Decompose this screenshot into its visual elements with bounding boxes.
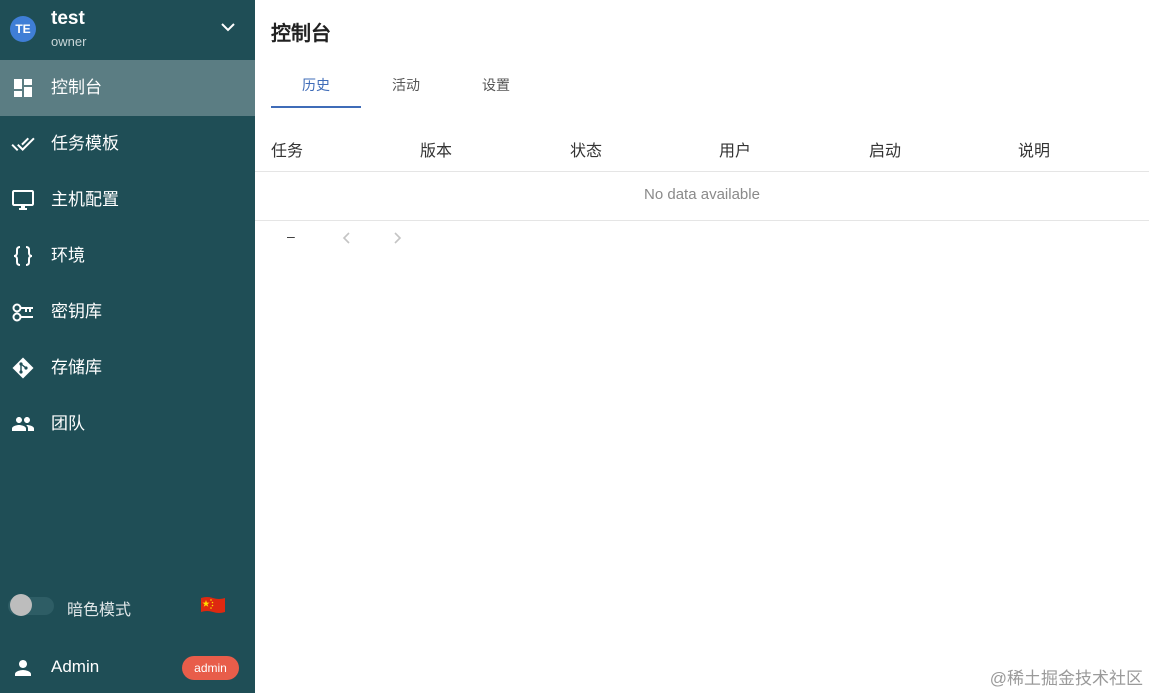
sidebar-item-label: 团队 bbox=[51, 414, 85, 433]
sidebar-item-templates[interactable]: 任务模板 bbox=[0, 116, 255, 172]
sidebar-item-dashboard[interactable]: 控制台 bbox=[0, 60, 255, 116]
watermark: @稀土掘金技术社区 bbox=[989, 669, 1143, 688]
column-header-version[interactable]: 版本 bbox=[420, 137, 452, 161]
main-content: 控制台 历史 活动 设置 任务 版本 状态 用户 启动 说明 No data a… bbox=[255, 0, 1149, 693]
admin-badge: admin bbox=[182, 656, 239, 680]
column-header-description[interactable]: 说明 bbox=[1018, 137, 1050, 161]
dark-mode-label: 暗色模式 bbox=[67, 602, 132, 619]
tab-indicator bbox=[271, 106, 361, 108]
dark-mode-toggle[interactable] bbox=[8, 593, 55, 619]
sidebar-item-label: 主机配置 bbox=[51, 190, 119, 209]
user-icon bbox=[15, 660, 31, 676]
project-avatar: TE bbox=[10, 16, 36, 42]
sidebar-item-label: 任务模板 bbox=[51, 134, 119, 153]
chevron-left-icon[interactable] bbox=[339, 230, 355, 246]
sidebar-item-team[interactable]: 团队 bbox=[0, 396, 255, 452]
tab-history[interactable]: 历史 bbox=[271, 62, 361, 108]
sidebar-item-label: 存储库 bbox=[51, 358, 102, 377]
sidebar: TE test owner 控制台 任务模板 主机配置 环境 密钥库 存储库 团… bbox=[0, 0, 255, 693]
toggle-thumb bbox=[10, 594, 32, 616]
project-name: test bbox=[51, 8, 85, 29]
sidebar-item-inventory[interactable]: 主机配置 bbox=[0, 172, 255, 228]
chevron-down-icon[interactable] bbox=[218, 20, 238, 36]
chevron-right-icon[interactable] bbox=[389, 230, 405, 246]
column-header-start[interactable]: 启动 bbox=[869, 137, 901, 161]
table-footer-divider bbox=[255, 220, 1149, 221]
table-header-divider bbox=[255, 171, 1149, 172]
team-icon bbox=[12, 417, 34, 431]
project-role: owner bbox=[51, 34, 87, 49]
column-header-status[interactable]: 状态 bbox=[570, 137, 602, 161]
user-name[interactable]: Admin bbox=[51, 657, 99, 677]
project-switcher[interactable]: TE test owner bbox=[0, 0, 255, 60]
code-braces-icon bbox=[13, 246, 33, 266]
sidebar-item-repositories[interactable]: 存储库 bbox=[0, 340, 255, 396]
column-header-user[interactable]: 用户 bbox=[719, 137, 751, 161]
cn-flag-icon[interactable] bbox=[200, 596, 226, 614]
tab-activity[interactable]: 活动 bbox=[361, 62, 451, 108]
pagination-range: – bbox=[287, 228, 295, 244]
page-title: 控制台 bbox=[271, 23, 331, 45]
sidebar-item-environment[interactable]: 环境 bbox=[0, 228, 255, 284]
sidebar-item-keystore[interactable]: 密钥库 bbox=[0, 284, 255, 340]
git-icon bbox=[12, 357, 34, 379]
sidebar-item-label: 环境 bbox=[51, 246, 85, 265]
sidebar-item-label: 控制台 bbox=[51, 78, 102, 97]
empty-table-message: No data available bbox=[644, 186, 760, 203]
tab-settings[interactable]: 设置 bbox=[451, 62, 541, 108]
key-icon bbox=[12, 303, 33, 322]
done-all-icon bbox=[11, 137, 35, 151]
dashboard-icon bbox=[14, 79, 32, 97]
column-header-task[interactable]: 任务 bbox=[271, 137, 303, 161]
sidebar-item-label: 密钥库 bbox=[51, 302, 102, 321]
monitor-icon bbox=[12, 190, 34, 210]
